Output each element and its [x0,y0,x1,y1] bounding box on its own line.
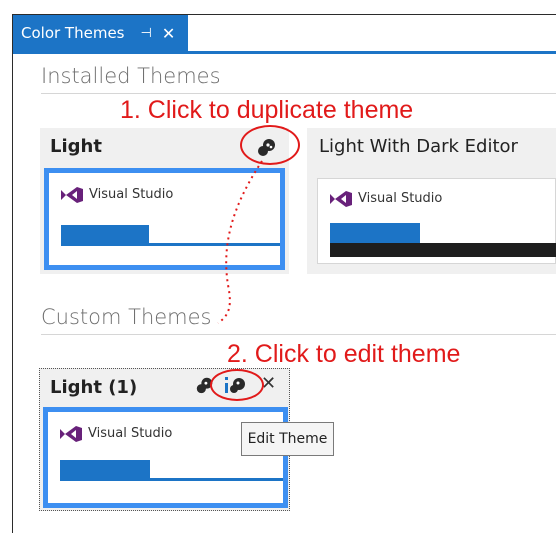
preview-dark-editor-bar [330,243,556,257]
installed-themes-heading: Installed Themes [41,64,221,88]
preview-label: Visual Studio [358,191,443,206]
edit-theme-tooltip: Edit Theme [241,422,334,456]
tab-underline [13,51,556,54]
preview-label: Visual Studio [89,187,174,202]
custom-themes-heading: Custom Themes [41,305,212,329]
theme-card-light-dark-editor[interactable]: Light With Dark Editor Visual Studio [307,128,556,274]
visual-studio-logo-icon [61,187,83,203]
theme-name: Light (1) [50,377,138,398]
installed-themes-rule [41,93,556,94]
preview-accent-bar [60,460,150,478]
pin-icon[interactable]: ⊣ [140,26,151,41]
custom-themes-rule [41,334,556,335]
preview-accent-line [60,478,283,481]
theme-preview-light-dark-editor[interactable]: Visual Studio [317,178,556,264]
visual-studio-logo-icon [330,191,352,207]
visual-studio-logo-icon [60,426,82,442]
theme-name: Light [50,136,102,157]
preview-accent-bar [330,223,420,243]
preview-label: Visual Studio [88,426,173,441]
annotation-circle-edit [210,369,264,401]
theme-name: Light With Dark Editor [319,136,518,157]
annotation-step2: 2. Click to edit theme [227,340,461,368]
tab-title: Color Themes [21,24,125,42]
tab-color-themes[interactable]: Color Themes ⊣ ✕ [13,15,188,51]
close-tab-icon[interactable]: ✕ [162,24,175,43]
annotation-dotted-connector [217,160,263,324]
preview-accent-bar [61,225,149,243]
annotation-step1: 1. Click to duplicate theme [120,96,414,124]
